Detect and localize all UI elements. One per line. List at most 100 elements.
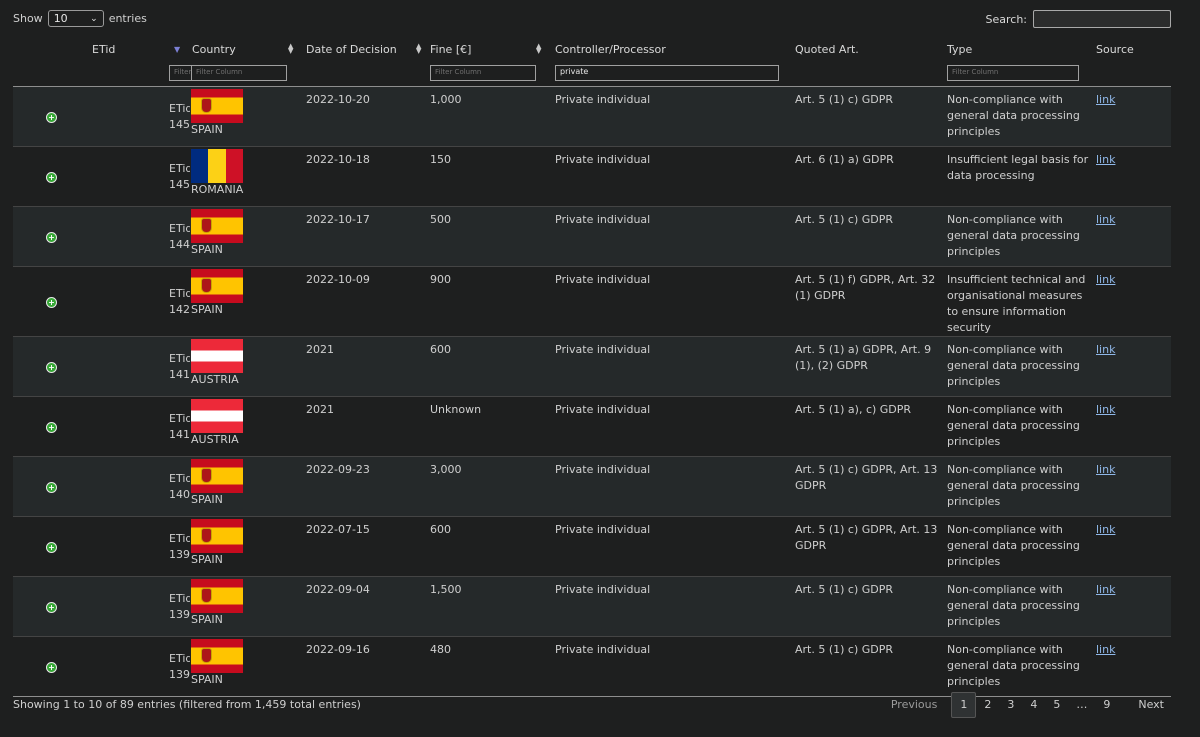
date-cell: 2022-10-17 (304, 207, 428, 267)
expand-plus-icon[interactable]: + (46, 601, 57, 613)
table-row[interactable]: + ETid-1459SPAIN 2022-10-20 1,000 Private in… (13, 86, 1171, 147)
country-name: AUSTRIA (191, 373, 239, 386)
type-cell: Non-compliance with general data process… (947, 457, 1096, 517)
country-cell: AUSTRIA (190, 397, 304, 457)
filter-fine-input[interactable]: Filter Column (430, 65, 536, 81)
pagination-page[interactable]: 1 (951, 692, 977, 718)
filter-controller-input[interactable]: private (555, 65, 779, 81)
col-header-type[interactable]: Type (947, 38, 1096, 62)
col-header-control (13, 38, 90, 62)
expand-plus-icon[interactable]: + (46, 541, 57, 553)
pagination-page[interactable]: 4 (1022, 693, 1045, 717)
controller-value: Private individual (555, 273, 651, 286)
table-row[interactable]: + ETid-1450ROMANIA 2022-10-18 150 Private in… (13, 146, 1171, 207)
pagination-next[interactable]: Next (1130, 693, 1172, 717)
source-link[interactable]: link (1096, 523, 1115, 536)
etid-value: ETid-1418 (169, 411, 190, 441)
country-cell: SPAIN (190, 207, 304, 267)
source-cell: link (1096, 87, 1171, 147)
search-label: Search: (985, 12, 1028, 26)
expand-plus-icon[interactable]: + (46, 421, 57, 433)
type-value: Non-compliance with general data process… (947, 643, 1080, 688)
table-row[interactable]: + ETid-1397SPAIN 2022-07-15 600 Private indi… (13, 516, 1171, 577)
filter-country-input[interactable]: Filter Column (191, 65, 287, 81)
source-link[interactable]: link (1096, 583, 1115, 596)
source-cell: link (1096, 337, 1171, 397)
etid-cell: ETid-1397 (90, 517, 190, 577)
expand-plus-icon[interactable]: + (46, 481, 57, 493)
country-flag-icon (191, 269, 243, 303)
source-link[interactable]: link (1096, 463, 1115, 476)
col-header-fine[interactable]: Fine [€] ▲ ▼ (428, 38, 553, 62)
source-link[interactable]: link (1096, 273, 1115, 286)
expand-plus-icon[interactable]: + (46, 231, 57, 243)
coat-of-arms-icon (202, 589, 211, 602)
table-row[interactable]: + ETid-1396SPAIN 2022-09-04 1,500 Private in… (13, 576, 1171, 637)
chevron-down-icon: ⌄ (90, 13, 98, 24)
fine-value: 150 (430, 153, 451, 166)
expand-plus-icon[interactable]: + (46, 111, 57, 123)
controller-value: Private individual (555, 213, 651, 226)
col-header-etid[interactable]: ETid ▼ (90, 38, 190, 62)
table-row[interactable]: + ETid-1404SPAIN 2022-09-23 3,000 Private in… (13, 456, 1171, 517)
controller-cell: Private individual (553, 267, 795, 337)
date-cell: 2022-07-15 (304, 517, 428, 577)
country-name: SPAIN (191, 673, 223, 686)
coat-of-arms-icon (202, 649, 211, 662)
quoted-cell: Art. 6 (1) a) GDPR (795, 147, 947, 207)
type-value: Non-compliance with general data process… (947, 523, 1080, 568)
col-header-source[interactable]: Source (1096, 38, 1171, 62)
table-row[interactable]: + ETid-1429SPAIN 2022-10-09 900 Private indi… (13, 266, 1171, 337)
table-row[interactable]: + ETid-1391SPAIN 2022-09-16 480 Private indi… (13, 636, 1171, 697)
pagination-page[interactable]: 2 (976, 693, 999, 717)
quoted-cell: Art. 5 (1) c) GDPR, Art. 13 GDPR (795, 457, 947, 517)
col-header-quoted[interactable]: Quoted Art. (795, 38, 947, 62)
country-cell: AUSTRIA (190, 337, 304, 397)
etid-value: ETid-1391 (169, 651, 190, 681)
expand-plus-icon[interactable]: + (46, 361, 57, 373)
source-link[interactable]: link (1096, 93, 1115, 106)
source-link[interactable]: link (1096, 643, 1115, 656)
source-cell: link (1096, 457, 1171, 517)
etid-value: ETid-1397 (169, 531, 190, 561)
date-value: 2022-07-15 (306, 523, 370, 536)
coat-of-arms-icon (202, 219, 211, 232)
quoted-value: Art. 5 (1) c) GDPR, Art. 13 GDPR (795, 463, 938, 492)
source-link[interactable]: link (1096, 343, 1115, 356)
col-header-country[interactable]: Country ▲ ▼ (190, 38, 304, 62)
table-row[interactable]: + ETid-1447SPAIN 2022-10-17 500 Private indi… (13, 206, 1171, 267)
controller-value: Private individual (555, 583, 651, 596)
search-input[interactable] (1033, 10, 1171, 28)
country-flag-icon (191, 89, 243, 123)
pagination-page[interactable]: 3 (999, 693, 1022, 717)
type-cell: Non-compliance with general data process… (947, 87, 1096, 147)
type-cell: Insufficient legal basis for data proces… (947, 147, 1096, 207)
quoted-value: Art. 5 (1) c) GDPR (795, 583, 894, 596)
controller-value: Private individual (555, 153, 651, 166)
page-length-select[interactable]: 10 ⌄ (47, 10, 104, 27)
col-header-controller[interactable]: Controller/Processor (553, 38, 795, 62)
fine-cell: 600 (428, 337, 553, 397)
col-header-date[interactable]: Date of Decision ▲ ▼ (304, 38, 428, 62)
country-name: ROMANIA (191, 183, 244, 196)
table-row[interactable]: + ETid-1419AUSTRIA 2021 600 Private individu… (13, 336, 1171, 397)
sort-desc-icon: ▼ (174, 45, 181, 54)
pagination-previous[interactable]: Previous (883, 693, 946, 717)
pagination-ellipsis: … (1076, 698, 1088, 711)
sort-both-icon: ▲ ▼ (536, 42, 542, 55)
expand-plus-icon[interactable]: + (46, 661, 57, 673)
table-row[interactable]: + ETid-1418AUSTRIA 2021 Unknown Private indi… (13, 396, 1171, 457)
type-cell: Non-compliance with general data process… (947, 337, 1096, 397)
source-link[interactable]: link (1096, 403, 1115, 416)
expand-plus-icon[interactable]: + (46, 296, 57, 308)
etid-value: ETid-1429 (169, 286, 190, 316)
etid-value: ETid-1447 (169, 221, 190, 251)
pagination-page[interactable]: 9 (1095, 693, 1118, 717)
expand-plus-icon[interactable]: + (46, 171, 57, 183)
expand-cell: + (13, 147, 90, 207)
etid-value: ETid-1404 (169, 471, 190, 501)
source-link[interactable]: link (1096, 153, 1115, 166)
source-link[interactable]: link (1096, 213, 1115, 226)
pagination-page[interactable]: 5 (1045, 693, 1068, 717)
filter-type-input[interactable]: Filter Column (947, 65, 1079, 81)
